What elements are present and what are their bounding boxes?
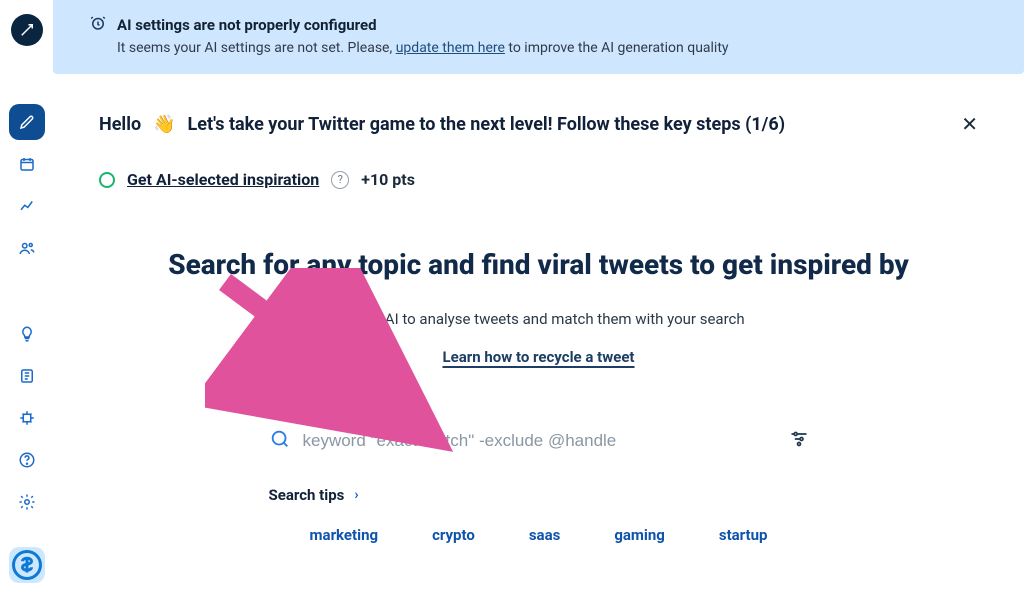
tag-marketing[interactable]: marketing — [310, 526, 379, 544]
tag-saas[interactable]: saas — [529, 526, 560, 544]
onboard-message: Let's take your Twitter game to the next… — [188, 114, 785, 135]
hero-title: Search for any topic and find viral twee… — [113, 247, 964, 282]
onboard-close-button[interactable]: ✕ — [955, 112, 984, 136]
task-points: +10 pts — [361, 170, 415, 189]
app-logo[interactable] — [11, 14, 43, 46]
hero-section: Search for any topic and find viral twee… — [53, 247, 1024, 544]
task-status-circle — [99, 172, 115, 188]
learn-recycle-link[interactable]: Learn how to recycle a tweet — [442, 348, 634, 366]
sidebar-item-compose[interactable] — [9, 104, 45, 140]
sidebar-item-analytics[interactable] — [9, 188, 45, 224]
sidebar-item-upgrade[interactable] — [9, 547, 45, 583]
alarm-icon — [89, 14, 107, 36]
tag-gaming[interactable]: gaming — [614, 526, 665, 544]
alert-title: AI settings are not properly configured — [117, 16, 377, 34]
sidebar-item-calendar[interactable] — [9, 146, 45, 182]
sidebar-item-audience[interactable] — [9, 230, 45, 266]
sidebar-item-help[interactable] — [9, 442, 45, 478]
onboarding-header: Hello 👋 Let's take your Twitter game to … — [53, 74, 1024, 148]
filter-icon[interactable] — [789, 429, 809, 453]
tag-startup[interactable]: startup — [719, 526, 768, 544]
sidebar — [0, 0, 53, 591]
sidebar-item-library[interactable] — [9, 358, 45, 394]
alert-body: It seems your AI settings are not set. P… — [117, 40, 996, 56]
suggested-tags: marketing crypto saas gaming startup — [259, 526, 819, 544]
alert-update-link[interactable]: update them here — [396, 40, 505, 56]
ai-settings-alert: AI settings are not properly configured … — [53, 0, 1024, 74]
task-help-icon[interactable]: ? — [331, 171, 349, 189]
chevron-right-icon: › — [354, 487, 358, 503]
search-tips-link[interactable]: Search tips › — [269, 486, 809, 504]
wave-icon: 👋 — [153, 114, 175, 135]
onboard-task-row: Get AI-selected inspiration ? +10 pts — [99, 170, 1024, 189]
main-content: AI settings are not properly configured … — [53, 0, 1024, 591]
task-link[interactable]: Get AI-selected inspiration — [127, 170, 319, 189]
sidebar-item-settings[interactable] — [9, 484, 45, 520]
search-input[interactable] — [303, 431, 777, 451]
onboard-hello: Hello — [99, 114, 141, 135]
hero-subtitle: We use AI to analyse tweets and match th… — [113, 310, 964, 328]
search-bar — [269, 428, 809, 454]
sidebar-item-ideas[interactable] — [9, 316, 45, 352]
search-icon — [269, 428, 291, 454]
tag-crypto[interactable]: crypto — [432, 526, 475, 544]
sidebar-item-ai[interactable] — [9, 400, 45, 436]
